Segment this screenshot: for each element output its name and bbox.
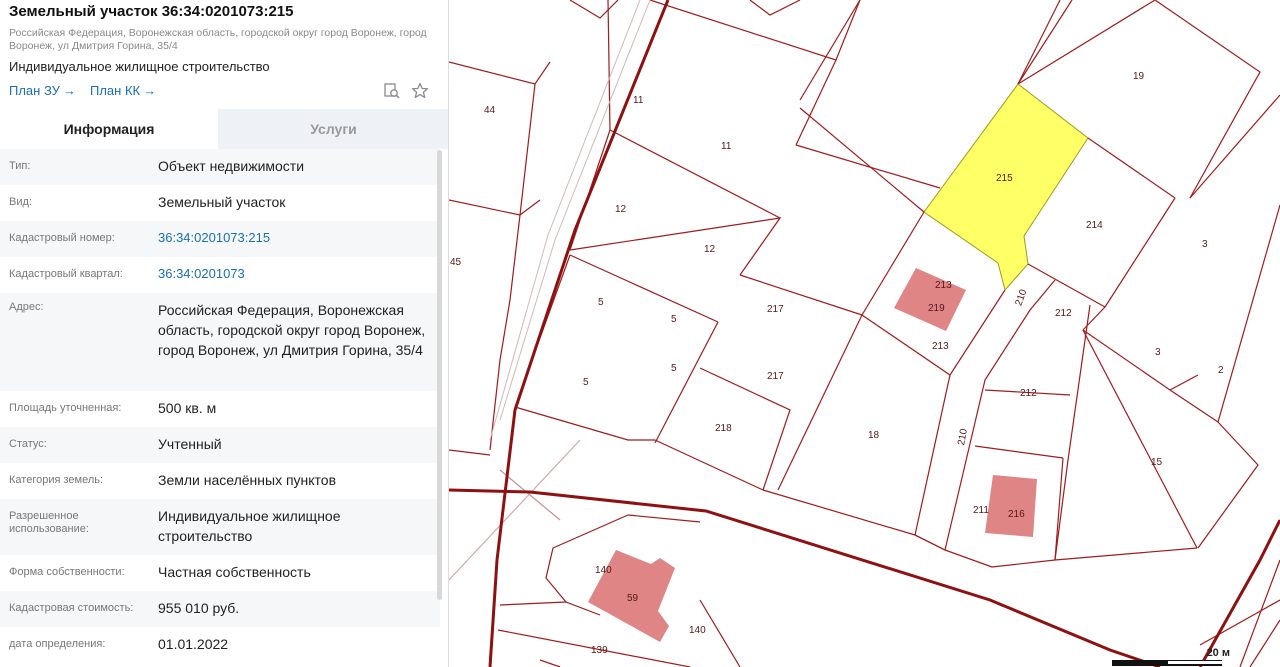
parcel-label: 217 (767, 304, 784, 315)
row-value: 500 кв. м (158, 400, 217, 416)
tab-information[interactable]: Информация (0, 109, 218, 149)
table-row: Площадь уточненная: 500 кв. м (0, 391, 440, 427)
building-216 (985, 475, 1037, 537)
parcel-label: 216 (1008, 509, 1025, 520)
row-label: Кадастровый номер: (9, 232, 115, 244)
cadastral-number-link[interactable]: 36:34:0201073:215 (158, 228, 440, 248)
parcel-label: 59 (627, 593, 639, 604)
table-row: Кадастровый номер: 36:34:0201073:215 (0, 221, 440, 257)
parcel-label: 44 (484, 105, 496, 116)
plan-kk-link[interactable]: План КК → (90, 83, 156, 98)
row-label: Статус: (9, 438, 47, 450)
scale-bar (1112, 660, 1222, 666)
parcel-label: 11 (633, 95, 644, 106)
parcel-label: 5 (671, 314, 677, 325)
row-label: Тип: (9, 160, 31, 172)
parcel-label: 5 (598, 297, 604, 308)
table-row: Вид: Земельный участок (0, 185, 440, 221)
table-row: Статус: Учтенный (0, 427, 440, 463)
address-value: Российская Федерация, Воронежская област… (158, 302, 426, 358)
row-label: Форма собственности: (9, 566, 125, 578)
quarter-boundaries (449, 0, 1280, 667)
panel-scrollbar[interactable] (437, 150, 442, 600)
page-title: Земельный участок 36:34:0201073:215 (9, 3, 294, 20)
cadastral-map[interactable]: 44 45 11 11 12 12 5 5 5 5 217 217 218 18… (449, 0, 1280, 667)
parcel-label: 211 (973, 505, 989, 516)
parcel-label: 45 (450, 257, 462, 268)
table-row: Разрешенное использование: Индивидуально… (0, 499, 440, 555)
road-edges (489, 0, 651, 441)
row-value: 01.01.2022 (158, 636, 229, 652)
plan-zu-link[interactable]: План ЗУ → (9, 83, 76, 98)
parcel-label: 212 (1055, 308, 1072, 319)
row-label: дата определения: (9, 638, 106, 650)
parcel-label: 12 (704, 244, 716, 255)
parcel-label: 212 (1020, 388, 1037, 399)
parcel-label: 18 (868, 430, 880, 441)
table-row: Кадастровая стоимость: 955 010 руб. (0, 591, 440, 627)
parcel-boundaries (449, 0, 1280, 667)
row-value: 955 010 руб. (158, 600, 240, 616)
map-canvas[interactable]: 44 45 11 11 12 12 5 5 5 5 217 217 218 18… (449, 0, 1280, 667)
table-row: дата определения: 01.01.2022 (0, 627, 440, 663)
row-label: Категория земель: (9, 474, 104, 486)
table-row: Тип: Объект недвижимости (0, 149, 440, 185)
parcel-label: 5 (671, 363, 677, 374)
parcel-label: 213 (932, 341, 949, 352)
search-document-icon[interactable] (382, 81, 402, 101)
parcel-label: 139 (591, 645, 608, 656)
parcel-label: 214 (1086, 220, 1103, 231)
parcel-label: 210 (956, 428, 970, 447)
info-panel: Земельный участок 36:34:0201073:215 Росс… (0, 0, 449, 667)
building-219 (894, 268, 966, 331)
parcel-label: 210 (1013, 288, 1029, 308)
tab-services[interactable]: Услуги (218, 109, 448, 149)
selected-parcel-215 (923, 83, 1089, 292)
plan-kk-label: План КК (90, 83, 141, 98)
parcel-label: 213 (935, 280, 952, 291)
parcel-label: 19 (1133, 71, 1145, 82)
parcel-label: 11 (721, 141, 732, 152)
parcel-label: 3 (1155, 347, 1161, 358)
parcel-label: 2 (1218, 365, 1224, 376)
plan-zu-label: План ЗУ (9, 83, 60, 98)
parcel-label: 15 (1151, 457, 1163, 468)
parcel-label: 219 (928, 303, 945, 314)
table-row: Адрес: Российская Федерация, Воронежская… (0, 293, 440, 391)
scale-label: 20 м (1206, 647, 1230, 659)
table-row: Категория земель: Земли населённых пункт… (0, 463, 440, 499)
row-value: Земельный участок (158, 194, 286, 210)
parcel-label: 215 (996, 173, 1013, 184)
address-subtitle: Российская Федерация, Воронежская област… (9, 27, 427, 52)
arrow-right-icon: → (62, 83, 76, 98)
parcel-label: 5 (583, 377, 589, 388)
row-label: Кадастровый квартал: (9, 268, 123, 280)
parcel-label: 12 (615, 204, 627, 215)
row-value: Учтенный (158, 436, 222, 452)
row-label: Кадастровая стоимость: (9, 602, 134, 614)
row-label: Площадь уточненная: (9, 402, 122, 414)
row-value: Индивидуальное жилищное строительство (158, 508, 341, 544)
arrow-right-icon: → (143, 83, 157, 98)
parcel-label: 140 (689, 625, 706, 636)
star-icon[interactable] (410, 81, 430, 101)
cadastral-quarter-link[interactable]: 36:34:0201073 (158, 264, 440, 284)
parcel-label: 140 (595, 565, 612, 576)
row-value: Земли населённых пунктов (158, 472, 337, 488)
parcel-labels: 44 45 11 11 12 12 5 5 5 5 217 217 218 18… (450, 71, 1224, 656)
property-table: Тип: Объект недвижимости Вид: Земельный … (0, 149, 440, 663)
parcel-label: 217 (767, 371, 784, 382)
table-row: Кадастровый квартал: 36:34:0201073 (0, 257, 440, 293)
row-label: Вид: (9, 196, 32, 208)
parcel-label: 218 (715, 423, 732, 434)
row-value: Объект недвижимости (158, 158, 305, 174)
row-value: Частная собственность (158, 564, 311, 580)
row-label: Разрешенное использование: (9, 510, 89, 535)
parcel-label: 3 (1202, 239, 1208, 250)
table-row: Форма собственности: Частная собственнос… (0, 555, 440, 591)
row-label: Адрес: (9, 301, 44, 313)
purpose-text: Индивидуальное жилищное строительство (9, 59, 270, 74)
tab-bar: Информация Услуги (0, 109, 448, 149)
